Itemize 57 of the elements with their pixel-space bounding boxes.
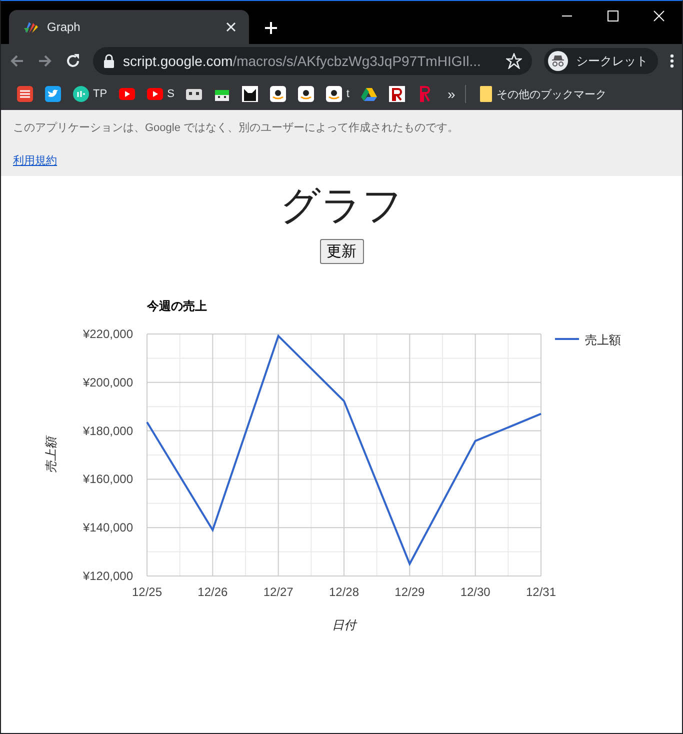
bookmark-label[interactable]: TP: [93, 88, 108, 100]
back-icon[interactable]: [9, 53, 25, 69]
y-tick-label: ¥140,000: [82, 520, 133, 535]
bookmark-label[interactable]: S: [167, 88, 174, 100]
pinwheel-icon: [23, 19, 39, 35]
legend-line-icon: [555, 338, 579, 340]
menu-icon[interactable]: [670, 53, 674, 69]
x-tick-label: 12/30: [460, 585, 490, 599]
profile-button[interactable]: シークレット: [544, 48, 658, 74]
new-tab-icon[interactable]: [263, 20, 279, 36]
x-tick-label: 12/29: [394, 585, 425, 599]
lock-icon: [103, 54, 115, 68]
x-tick-label: 12/25: [132, 585, 162, 599]
smile-icon: [270, 86, 286, 102]
address-bar[interactable]: script.google.com/macros/s/AKfycbzWg3JqP97TmHIGIl...: [93, 47, 532, 75]
browser-tab[interactable]: Graph: [9, 10, 249, 44]
circle-icon: [73, 86, 89, 102]
url-path: /macros/s/AKfycbzWg3JqP97TmHIGIl...: [232, 53, 481, 69]
notice-text: このアプリケーションは、Google ではなく、別のユーザーによって作成されたものです。: [13, 120, 460, 135]
overflow-button[interactable]: »: [447, 86, 456, 102]
x-tick-label: 12/31: [526, 585, 556, 599]
legend-label: 売上額: [585, 333, 621, 347]
chart-title: 今週の売上: [147, 299, 207, 313]
play-icon: [119, 86, 136, 102]
incognito-icon: [548, 51, 568, 71]
close-icon[interactable]: [653, 10, 665, 22]
play-icon: [147, 86, 164, 102]
x-tick-label: 12/28: [328, 585, 360, 599]
y-axis-title: 売上額: [44, 437, 58, 473]
star-icon[interactable]: [506, 53, 522, 69]
terms-link[interactable]: 利用規約: [13, 153, 57, 168]
bookmark-label[interactable]: t: [346, 88, 350, 100]
y-tick-label: ¥200,000: [82, 375, 133, 390]
reload-icon[interactable]: [65, 53, 81, 69]
y-tick-label: ¥220,000: [82, 327, 133, 341]
y-tick-label: ¥120,000: [82, 569, 133, 583]
x-tick-label: 12/27: [263, 585, 294, 599]
x-tick-label: 12/26: [198, 585, 228, 599]
smile-icon: [326, 86, 342, 102]
forward-icon[interactable]: [37, 53, 53, 69]
bird-icon: [45, 86, 61, 102]
refresh-button[interactable]: 更新: [320, 239, 364, 264]
cat-icon: [242, 86, 258, 102]
tab-title: Graph: [47, 20, 82, 34]
folder-icon: [480, 86, 492, 102]
y-tick-label: ¥160,000: [82, 472, 133, 486]
url-host: script.google.com: [123, 53, 233, 69]
bookmark-label[interactable]: その他のブックマーク: [496, 86, 606, 102]
triangle-icon: [361, 86, 378, 102]
stack-icon: [17, 86, 33, 102]
y-tick-label: ¥180,000: [82, 424, 133, 438]
smile-icon: [298, 86, 314, 102]
tv-icon: [186, 86, 202, 102]
x-axis-title: 日付: [332, 618, 356, 632]
page-heading: グラフ: [280, 182, 403, 231]
letter-icon: [389, 86, 406, 102]
maximize-icon[interactable]: [607, 10, 619, 22]
